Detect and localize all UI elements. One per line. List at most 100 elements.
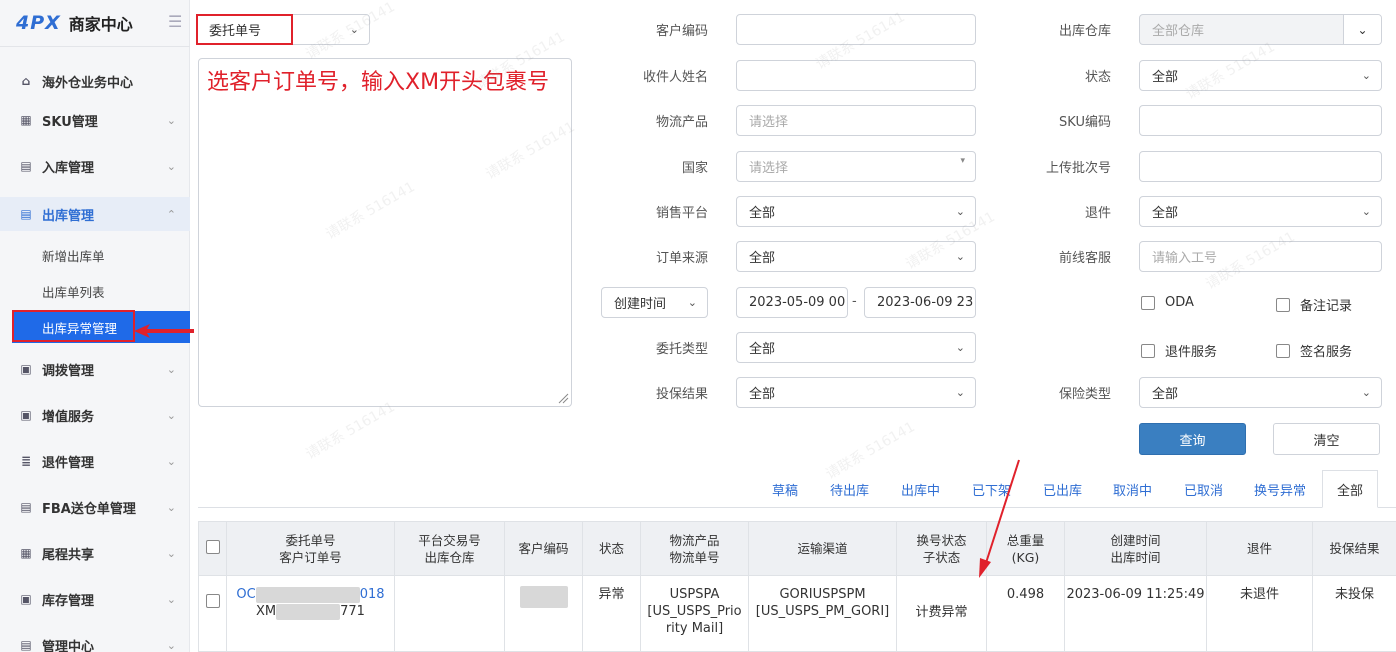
return-select[interactable]: 全部 ⌄ xyxy=(1139,196,1382,227)
product-line: USPSPA xyxy=(669,587,720,602)
header-text: 出库仓库 xyxy=(424,549,475,565)
insure-result-select[interactable]: 全部 ⌄ xyxy=(736,377,976,408)
sub-new-outbound[interactable]: 新增出库单 xyxy=(0,239,190,271)
row-select-cell[interactable] xyxy=(198,575,227,652)
menu-collapse-icon[interactable]: ☰ xyxy=(168,12,182,31)
table-header-row: 委托单号 客户订单号 平台交易号 出库仓库 客户编码 状态 物流产品 物流单号 运输渠… xyxy=(198,521,1396,576)
chevron-down-icon: ⌄ xyxy=(1361,205,1371,218)
customer-code-input[interactable] xyxy=(736,14,976,45)
logo[interactable]: 4PX 商家中心 xyxy=(16,10,133,36)
clear-button[interactable]: 清空 xyxy=(1273,423,1380,455)
select-value: 全部仓库 xyxy=(1152,24,1205,39)
table-row[interactable]: OC 018 XM 771 异常 USPSPA [US_USPS_Prio rity M… xyxy=(198,575,1396,652)
share-icon: ▦ xyxy=(20,546,32,560)
country-select[interactable]: 请选择 ▾ xyxy=(736,151,976,182)
status-select[interactable]: 全部 ⌄ xyxy=(1139,60,1382,91)
annotation-arrow xyxy=(979,459,1020,578)
chevron-down-icon: ⌄ xyxy=(955,386,965,399)
date-end-input[interactable]: 2023-06-09 23 xyxy=(864,287,976,318)
select-value: 全部 xyxy=(749,387,776,402)
sku-input[interactable] xyxy=(1139,105,1382,136)
chevron-down-icon: ⌄ xyxy=(166,454,176,468)
batch-input[interactable] xyxy=(1139,151,1382,182)
date-end: 2023-06-09 23 xyxy=(877,295,974,310)
select-all-checkbox[interactable] xyxy=(205,539,220,554)
col-channel: 运输渠道 xyxy=(748,521,897,576)
return-label: 退件 xyxy=(1084,206,1111,221)
sign-service-checkbox[interactable]: 签名服务 xyxy=(1276,341,1352,360)
nav-label: 尾程共享 xyxy=(42,547,95,563)
insure-type-select[interactable]: 全部 ⌄ xyxy=(1139,377,1382,408)
platform-select[interactable]: 全部 ⌄ xyxy=(736,196,976,227)
sub-outbound-list[interactable]: 出库单列表 xyxy=(0,275,190,307)
warehouse-select[interactable]: 全部仓库 ⌄ xyxy=(1139,14,1382,45)
tab-pending[interactable]: 待出库 xyxy=(830,470,869,508)
select-value: 创建时间 xyxy=(614,297,667,312)
customer-code-label: 客户编码 xyxy=(655,24,708,39)
chevron-down-icon: ⌄ xyxy=(955,250,965,263)
col-product: 物流产品 物流单号 xyxy=(640,521,749,576)
delegate-type-select[interactable]: 全部 ⌄ xyxy=(736,332,976,363)
tab-all[interactable]: 全部 xyxy=(1322,470,1379,508)
nav-label: 库存管理 xyxy=(42,593,95,609)
platform-trade-cell xyxy=(394,575,505,652)
chevron-down-icon: ⌄ xyxy=(166,159,176,173)
checkbox-box[interactable] xyxy=(1276,297,1290,312)
query-button[interactable]: 查询 xyxy=(1139,423,1246,455)
header-text: 运输渠道 xyxy=(797,541,848,556)
select-value: 全部 xyxy=(749,206,776,221)
oda-checkbox[interactable]: ODA xyxy=(1141,295,1194,310)
tab-cancelling[interactable]: 取消中 xyxy=(1113,470,1152,508)
resize-grip-icon[interactable] xyxy=(557,392,569,404)
nav-overseas-center[interactable]: ⌂ 海外仓业务中心 xyxy=(0,64,190,98)
return-service-checkbox[interactable]: 退件服务 xyxy=(1141,341,1217,360)
placeholder: 请输入工号 xyxy=(1152,251,1218,266)
recipient-input[interactable] xyxy=(736,60,976,91)
nav-value-added[interactable]: ▣ 增值服务 ⌄ xyxy=(0,398,190,432)
tab-draft[interactable]: 草稿 xyxy=(772,470,798,508)
customer-order-suffix: 771 xyxy=(340,604,365,619)
date-start-input[interactable]: 2023-05-09 00 xyxy=(736,287,848,318)
chevron-down-icon: ⌄ xyxy=(955,205,965,218)
chevron-down-icon: ⌄ xyxy=(166,113,176,127)
select-all-cell[interactable] xyxy=(198,521,227,576)
nav-returns[interactable]: ≣ 退件管理 ⌄ xyxy=(0,444,190,478)
checkbox-box[interactable] xyxy=(1141,343,1155,358)
header-text: 委托单号 xyxy=(285,532,336,548)
chevron-down-icon[interactable]: ⌄ xyxy=(1343,15,1381,44)
col-customer-code: 客户编码 xyxy=(504,521,583,576)
chevron-down-icon: ⌄ xyxy=(349,23,359,36)
nav-last-mile[interactable]: ▦ 尾程共享 ⌄ xyxy=(0,536,190,570)
chevron-down-icon: ⌄ xyxy=(166,592,176,606)
header-text: 投保结果 xyxy=(1329,541,1380,556)
return-cell: 未退件 xyxy=(1206,575,1313,652)
col-relabel-status: 换号状态 子状态 xyxy=(896,521,987,576)
sub-label: 出库单列表 xyxy=(42,284,105,300)
cube-icon: ▦ xyxy=(20,113,32,127)
order-no-link[interactable]: OC 018 xyxy=(236,586,385,603)
tab-relabel-exception[interactable]: 换号异常 xyxy=(1254,470,1306,508)
nav-management[interactable]: ▤ 管理中心 ⌄ xyxy=(0,628,190,652)
nav-sku[interactable]: ▦ SKU管理 ⌄ xyxy=(0,103,190,137)
remark-checkbox[interactable]: 备注记录 xyxy=(1276,295,1352,314)
nav-transfer[interactable]: ▣ 调拨管理 ⌄ xyxy=(0,352,190,386)
checkbox-box[interactable] xyxy=(1276,343,1290,358)
checkbox-box[interactable] xyxy=(1141,295,1155,310)
tab-in-progress[interactable]: 出库中 xyxy=(901,470,940,508)
nav-inbound[interactable]: ▤ 入库管理 ⌄ xyxy=(0,149,190,183)
product-cell: USPSPA [US_USPS_Prio rity Mail] xyxy=(640,575,749,652)
chevron-down-icon: ⌄ xyxy=(955,341,965,354)
transfer-icon: ▣ xyxy=(20,362,32,376)
tab-cancelled[interactable]: 已取消 xyxy=(1184,470,1223,508)
source-select[interactable]: 全部 ⌄ xyxy=(736,241,976,272)
chevron-down-icon: ⌄ xyxy=(166,500,176,514)
nav-inventory[interactable]: ▣ 库存管理 ⌄ xyxy=(0,582,190,616)
product-select[interactable]: 请选择 xyxy=(736,105,976,136)
row-checkbox[interactable] xyxy=(205,594,220,608)
cs-input[interactable]: 请输入工号 xyxy=(1139,241,1382,272)
time-type-select[interactable]: 创建时间 ⌄ xyxy=(601,287,708,318)
nav-fba[interactable]: ▤ FBA送仓单管理 ⌄ xyxy=(0,490,190,524)
order-number-textarea[interactable] xyxy=(198,58,572,407)
nav-outbound[interactable]: ▤ 出库管理 ⌃ xyxy=(0,197,190,231)
tab-shipped[interactable]: 已出库 xyxy=(1043,470,1082,508)
